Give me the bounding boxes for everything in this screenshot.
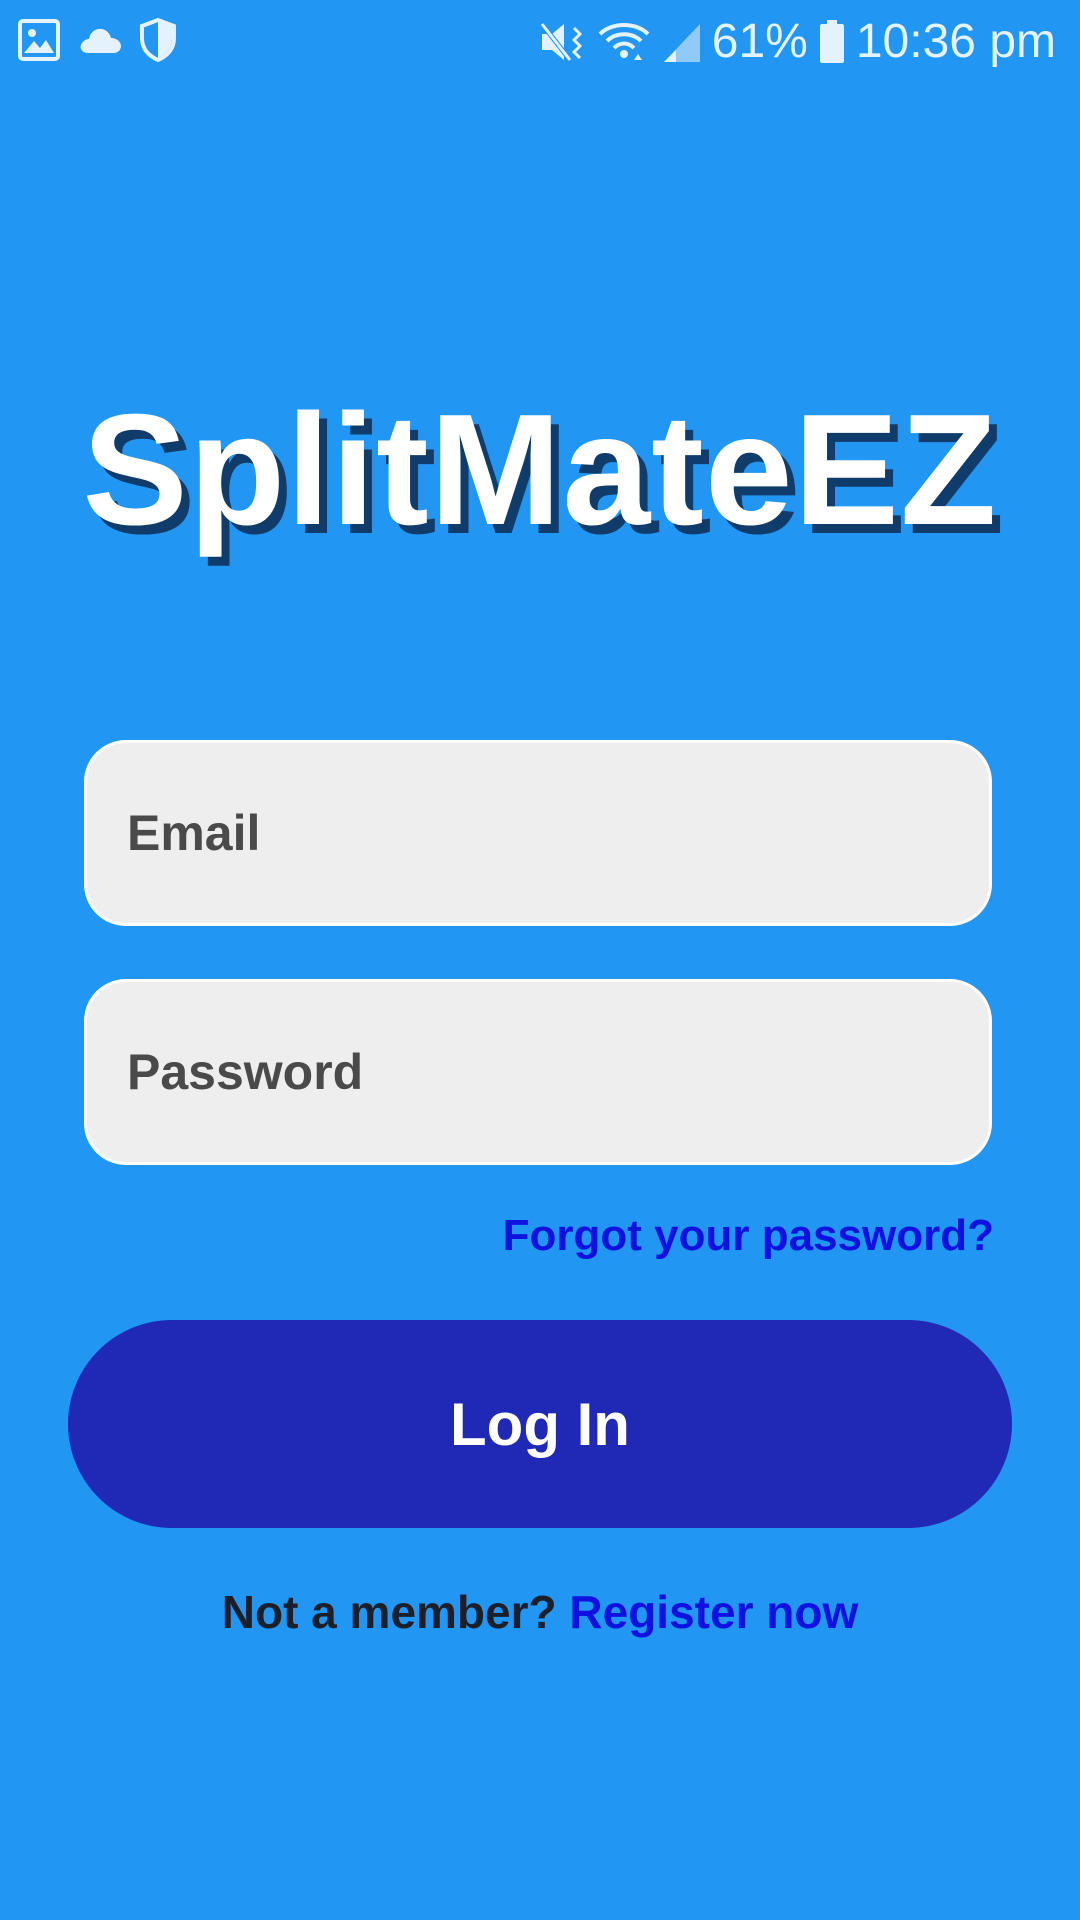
battery-percent: 61% bbox=[711, 15, 808, 68]
signal-icon bbox=[662, 20, 702, 64]
vibrate-icon bbox=[538, 20, 586, 64]
forgot-password-link[interactable]: Forgot your password? bbox=[503, 1206, 994, 1266]
status-right-icons: 61% 10:36 pm bbox=[538, 10, 1056, 74]
image-icon bbox=[18, 19, 60, 61]
register-prompt: Not a member? bbox=[221, 1586, 570, 1638]
status-left-icons bbox=[18, 18, 176, 62]
register-row: Not a member? Register now bbox=[0, 1580, 1080, 1644]
register-link[interactable]: Register now bbox=[569, 1586, 858, 1638]
email-field[interactable] bbox=[87, 743, 989, 923]
password-field[interactable] bbox=[87, 982, 989, 1162]
wifi-icon bbox=[596, 20, 652, 64]
status-time: 10:36 pm bbox=[855, 15, 1056, 68]
battery-icon bbox=[818, 19, 846, 65]
cloud-icon bbox=[78, 25, 122, 55]
app-title: SplitMateEZ bbox=[82, 382, 998, 558]
shield-icon bbox=[140, 18, 176, 62]
login-button[interactable]: Log In bbox=[68, 1320, 1012, 1528]
password-field-container bbox=[84, 979, 992, 1165]
status-bar: 61% 10:36 pm bbox=[0, 0, 1080, 84]
email-field-container bbox=[84, 740, 992, 926]
